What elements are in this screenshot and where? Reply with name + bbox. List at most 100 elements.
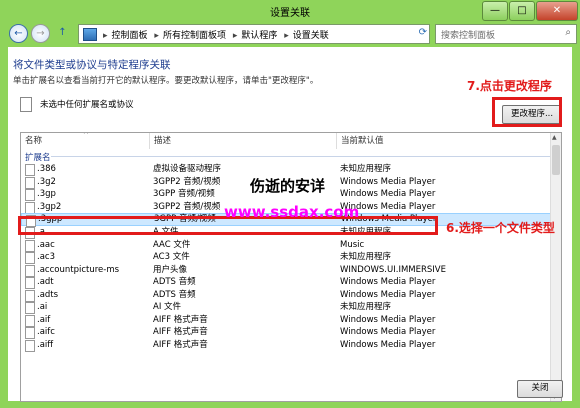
row-description: 3GPP2 音频/视频 [153,201,221,212]
row-extension: .3g2 [37,176,56,187]
forward-button[interactable]: → [31,24,50,43]
row-description: AIFF 格式声音 [153,314,208,325]
column-header-name[interactable]: 名称 [25,133,42,149]
close-window-button[interactable]: ✕ [536,1,578,21]
row-extension: .adts [37,289,59,300]
maximize-button[interactable]: □ [509,1,535,21]
row-default-program: Windows Media Player [340,289,436,300]
row-description: 虚拟设备驱动程序 [153,164,222,174]
file-type-icon [25,164,35,176]
row-default-program: Windows Media Player [340,189,436,199]
watermark-url: www.ssdax.com [224,203,360,221]
up-button[interactable]: ↑ [55,24,70,41]
group-divider [51,156,551,157]
row-description: AIFF 格式声音 [153,327,208,337]
row-description: AI 文件 [153,302,182,312]
file-type-icon [25,189,35,201]
annotation-box-change [492,97,562,127]
row-extension: .aifc [37,327,55,337]
file-type-icon [25,239,35,252]
scroll-up-icon[interactable]: ▲ [552,134,557,141]
row-description: AC3 文件 [153,252,190,262]
control-panel-icon [83,28,97,41]
page-title: 将文件类型或协议与特定程序关联 [13,59,171,71]
file-type-icon [25,277,35,289]
row-extension: .3gp [37,189,56,199]
title-bar: 设置关联 — □ ✕ [0,0,580,22]
row-default-program: WINDOWS.UI.IMMERSIVE [340,264,446,275]
column-header-default[interactable]: 当前默认值 [336,133,384,149]
vertical-scrollbar[interactable]: ▲ ▼ [550,133,561,401]
table-row[interactable]: .adt ADTS 音频 Windows Media Player [21,276,551,289]
breadcrumb-item[interactable]: 默认程序 [241,31,277,41]
row-description: 3GPP2 音频/视频 [153,176,221,187]
table-row[interactable]: .386 虚拟设备驱动程序 未知应用程序 [21,163,551,176]
row-extension: .ai [37,302,48,312]
row-default-program: Windows Media Player [340,277,436,287]
file-type-icon [25,327,35,339]
row-default-program: 未知应用程序 [340,252,392,262]
file-type-icon [25,176,35,189]
column-header-description[interactable]: 描述 [149,133,171,149]
row-description: ADTS 音频 [153,289,196,300]
breadcrumb-item[interactable]: 控制面板 [112,31,148,41]
row-default-program: Windows Media Player [340,314,436,325]
window: 设置关联 — □ ✕ ← → ↑ ▸ 控制面板 ▸ 所有控制面板项 ▸ 默认程序 ▸ 设… [0,0,580,408]
row-default-program: Windows Media Player [340,327,436,337]
row-default-program: 未知应用程序 [340,164,392,174]
breadcrumb-item[interactable]: 所有控制面板项 [163,31,226,41]
row-description: 用户头像 [153,264,188,275]
sort-arrow-icon: ^ [83,132,89,139]
file-type-icon [25,302,35,314]
table-row[interactable]: .aiff AIFF 格式声音 Windows Media Player [21,339,551,352]
table-row[interactable]: .ac3 AC3 文件 未知应用程序 [21,251,551,264]
search-placeholder: 搜索控制面板 [441,31,496,41]
table-row[interactable]: .aac AAC 文件 Music [21,239,551,252]
back-button[interactable]: ← [9,24,28,43]
annotation-step7: 7.点击更改程序 [467,79,552,93]
row-description: 3GPP 音频/视频 [153,189,215,199]
row-extension: .aiff [37,339,54,350]
row-extension: .386 [37,164,56,174]
scroll-thumb[interactable] [552,145,560,175]
minimize-button[interactable]: — [482,1,508,21]
breadcrumb: ▸ 控制面板 ▸ 所有控制面板项 ▸ 默认程序 ▸ 设置关联 [103,31,329,41]
annotation-step6: 6.选择一个文件类型 [446,221,555,235]
address-bar[interactable]: ▸ 控制面板 ▸ 所有控制面板项 ▸ 默认程序 ▸ 设置关联 ⟳ [78,24,430,44]
row-extension: .ac3 [37,252,55,262]
file-type-icon [25,252,35,264]
table-row[interactable]: .aifc AIFF 格式声音 Windows Media Player [21,326,551,339]
page-description: 单击扩展名以查看当前打开它的默认程序。要更改默认程序，请单击"更改程序"。 [13,76,319,86]
row-extension: .3gp2 [37,201,62,212]
table-row[interactable]: .aif AIFF 格式声音 Windows Media Player [21,314,551,327]
row-description: AIFF 格式声音 [153,339,208,350]
navigation-bar: ← → ↑ ▸ 控制面板 ▸ 所有控制面板项 ▸ 默认程序 ▸ 设置关联 ⟳ 搜索控制面… [0,22,580,44]
file-type-icon [25,314,35,327]
file-type-list[interactable]: 名称 ^ 描述 当前默认值 扩展名 .386 虚拟设备驱动程序 未知应用程序 .3g2… [20,132,562,402]
file-icon [20,97,32,112]
search-icon[interactable]: ⌕ [565,27,571,38]
row-extension: .accountpicture-ms [37,264,120,275]
row-default-program: 未知应用程序 [340,302,392,312]
table-row[interactable]: .accountpicture-ms 用户头像 WINDOWS.UI.IMMERSI… [21,264,551,277]
group-label: 扩展名 [25,153,51,163]
row-description: AAC 文件 [153,239,191,250]
search-input[interactable]: 搜索控制面板 ⌕ [435,24,577,44]
close-button[interactable]: 关闭 [517,380,563,398]
row-default-program: Windows Media Player [340,339,436,350]
row-extension: .aif [37,314,51,325]
refresh-icon[interactable]: ⟳ [419,27,427,38]
table-row[interactable]: .adts ADTS 音频 Windows Media Player [21,289,551,302]
breadcrumb-item[interactable]: 设置关联 [293,31,329,41]
row-description: ADTS 音频 [153,277,196,287]
row-default-program: Music [340,239,365,250]
file-type-icon [25,339,35,352]
row-extension: .aac [37,239,55,250]
selection-status: 未选中任何扩展名或协议 [40,100,134,110]
table-row[interactable]: .ai AI 文件 未知应用程序 [21,301,551,314]
file-type-icon [25,264,35,277]
watermark-text: 伤逝的安详 [250,177,326,195]
file-type-icon [25,289,35,302]
row-extension: .adt [37,277,54,287]
row-default-program: Windows Media Player [340,176,436,187]
